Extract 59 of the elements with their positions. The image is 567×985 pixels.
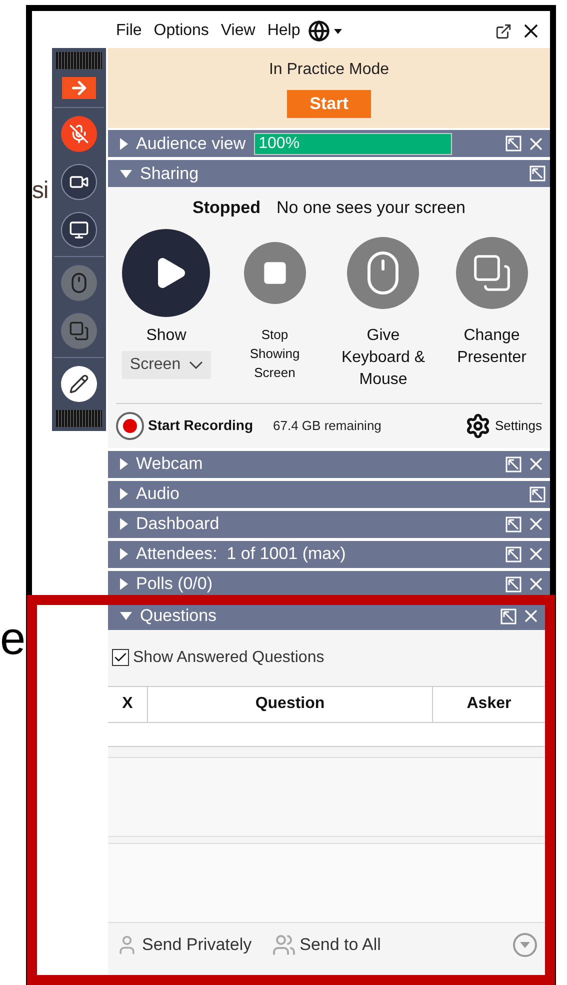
muted-microphone-icon — [69, 124, 89, 144]
menu-item[interactable]: View — [216, 19, 260, 43]
section-header[interactable]: Sharing — [108, 160, 550, 187]
language-globe-icon[interactable] — [308, 20, 330, 42]
record-icon — [116, 412, 144, 440]
send-to-all-button[interactable]: Send to All — [272, 932, 381, 958]
arrow-icon — [69, 78, 89, 98]
webcam-button[interactable] — [61, 164, 97, 200]
section-header[interactable]: Audio — [108, 480, 550, 508]
settings-icon — [465, 412, 492, 438]
screen-share-button[interactable] — [61, 212, 97, 248]
practice-mode-label: In Practice Mode — [268, 60, 390, 80]
dropdown-caret-icon[interactable] — [334, 28, 342, 34]
popout-icon[interactable] — [495, 22, 512, 40]
monitors-icon — [69, 321, 89, 341]
section-title: Audience view — [136, 132, 246, 155]
grip-handle[interactable] — [56, 52, 102, 69]
column-header[interactable]: Question — [148, 686, 433, 722]
chevron-down-icon — [188, 360, 203, 368]
section-title: Webcam — [136, 453, 203, 476]
section-title: Sharing — [140, 162, 199, 185]
action-label: Stop Showing Screen — [248, 326, 301, 382]
monitors-icon — [472, 252, 512, 292]
action-label: Change Presenter — [456, 326, 528, 368]
section-title: Audio — [136, 483, 180, 506]
presenter-button[interactable] — [61, 313, 97, 349]
mouse-button[interactable] — [61, 265, 97, 301]
settings-button[interactable]: Settings — [465, 412, 542, 438]
record-button[interactable]: Start Recording — [116, 412, 254, 440]
show-answered-checkbox[interactable]: Show Answered Questions — [108, 630, 545, 686]
slide-text-fragment: e — [0, 615, 26, 661]
stop-icon — [262, 260, 288, 286]
sharing-message: No one sees your screen — [276, 197, 466, 219]
meter-reading: 100% — [258, 134, 300, 154]
section-title: Attendees: 1 of 1001 (max) — [136, 543, 346, 566]
action-label: Show — [146, 326, 186, 346]
section-title: Dashboard — [136, 513, 220, 536]
checkbox[interactable] — [112, 649, 129, 666]
menu-item[interactable]: File — [112, 19, 146, 43]
action-label: Give Keyboard & Mouse — [340, 326, 426, 390]
menu-item[interactable]: Help — [263, 19, 304, 43]
section-title: Polls (0/0) — [136, 573, 213, 596]
drawing-tools-button[interactable] — [61, 366, 97, 402]
menu-item[interactable]: Options — [150, 19, 213, 43]
microphone-button[interactable] — [61, 116, 97, 152]
pencil-icon — [69, 374, 89, 394]
grip-handle[interactable] — [56, 410, 102, 427]
column-header[interactable]: Asker — [433, 686, 545, 722]
sharing-status: Stopped — [192, 197, 260, 219]
slide-text-fragment: si — [32, 179, 48, 203]
monitor-icon — [69, 220, 89, 240]
arrow-button[interactable] — [62, 77, 96, 99]
section-title: Questions — [140, 605, 217, 628]
column-header[interactable]: X — [108, 686, 148, 722]
storage-remaining: 67.4 GB remaining — [273, 416, 382, 435]
people-icon — [272, 932, 296, 956]
send-privately-button[interactable]: Send Privately — [116, 932, 252, 958]
reply-field[interactable] — [108, 842, 545, 922]
screen-dropdown[interactable]: Screen — [122, 350, 211, 378]
